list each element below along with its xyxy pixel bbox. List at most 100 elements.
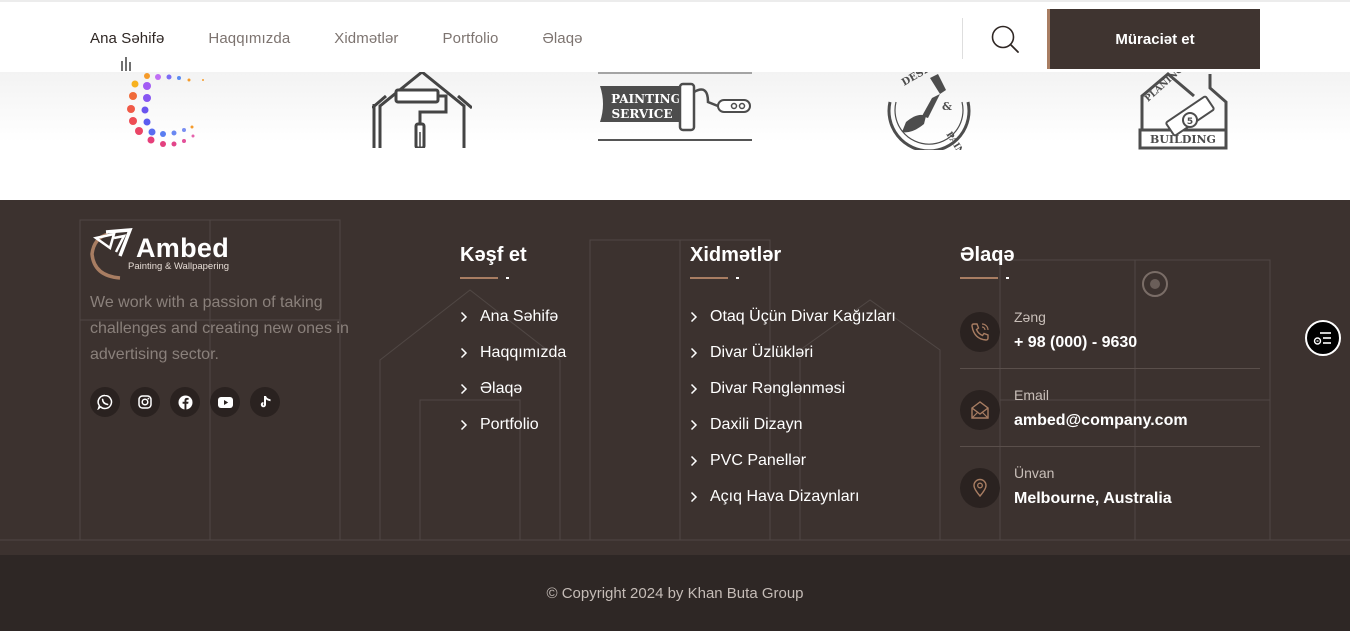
services-title: Xidmətlər bbox=[690, 244, 782, 266]
service-link-pvc-panels[interactable]: PVC Panellər bbox=[690, 443, 896, 479]
tiktok-icon bbox=[260, 396, 270, 408]
nav-link-portfolio[interactable]: Portfolio bbox=[443, 30, 499, 47]
instagram-link[interactable] bbox=[130, 387, 160, 417]
svg-text:&: & bbox=[942, 100, 952, 113]
contact-phone-value: + 98 (000) - 9630 bbox=[1014, 334, 1138, 351]
brand-tagline: Painting & Wallpapering bbox=[128, 261, 230, 272]
nav-link-services[interactable]: Xidmətlər bbox=[334, 30, 398, 47]
footer-about-text: We work with a passion of taking challen… bbox=[90, 294, 349, 363]
tiktok-link[interactable] bbox=[250, 387, 280, 417]
chevron-right-icon bbox=[460, 419, 468, 431]
footer-link-label: Əlaqə bbox=[480, 380, 523, 397]
brand-logo-icon bbox=[90, 228, 133, 280]
chevron-right-icon bbox=[690, 383, 698, 395]
explore-title-dot bbox=[506, 277, 509, 279]
contact-address-badge bbox=[960, 468, 1000, 508]
apply-button[interactable]: Müraciət et bbox=[1047, 9, 1260, 69]
services-title-underline bbox=[690, 277, 728, 279]
contact-title-underline bbox=[960, 277, 998, 279]
nav-link-contact[interactable]: Əlaqə bbox=[542, 30, 582, 47]
chevron-right-icon bbox=[690, 491, 698, 503]
decorative-ring-icon bbox=[1142, 271, 1168, 297]
explore-title: Kəşf et bbox=[460, 244, 527, 266]
youtube-link[interactable] bbox=[210, 387, 240, 417]
service-link-wallpaper[interactable]: Otaq Üçün Divar Kağızları bbox=[690, 299, 896, 335]
footer-link-label: Ana Səhifə bbox=[480, 308, 559, 325]
explore-links: Ana Səhifə Haqqımızda Əlaqə Portfolio bbox=[460, 299, 566, 443]
planing-building-logo: BUILDING PLANING 5 bbox=[1138, 72, 1228, 150]
svg-text:PAINTING: PAINTING bbox=[611, 92, 681, 106]
text-cursor-icon bbox=[121, 57, 131, 71]
partner-logos-strip: PAINTING SERVICE DESIGN & PAINTING BUILD… bbox=[0, 72, 1350, 200]
social-links bbox=[90, 387, 290, 417]
footer-link-portfolio[interactable]: Portfolio bbox=[460, 407, 566, 443]
search-button[interactable] bbox=[988, 22, 1022, 56]
nav-link-about[interactable]: Haqqımızda bbox=[208, 30, 290, 47]
main-nav: Ana Səhifə Haqqımızda Xidmətlər Portfoli… bbox=[90, 2, 627, 74]
service-link-label: Daxili Dizayn bbox=[710, 416, 803, 433]
footer-link-label: Haqqımızda bbox=[480, 344, 567, 361]
service-link-label: Divar Rənglənməsi bbox=[710, 380, 846, 397]
mail-icon bbox=[971, 401, 989, 419]
colorful-dots-logo bbox=[127, 73, 204, 147]
contact-separator bbox=[960, 368, 1260, 369]
footer-link-contact[interactable]: Əlaqə bbox=[460, 371, 566, 407]
contact-phone-badge bbox=[960, 312, 1000, 352]
svg-text:SERVICE: SERVICE bbox=[612, 107, 673, 121]
service-link-outdoor-designs[interactable]: Açıq Hava Dizaynları bbox=[690, 479, 896, 515]
chevron-right-icon bbox=[460, 311, 468, 323]
contact-title: Əlaqə bbox=[960, 244, 1015, 266]
chevron-right-icon bbox=[460, 347, 468, 359]
top-navigation-bar: Ana Səhifə Haqqımızda Xidmətlər Portfoli… bbox=[0, 0, 1350, 72]
service-link-wall-coverings[interactable]: Divar Üzlükləri bbox=[690, 335, 896, 371]
footer-link-about[interactable]: Haqqımızda bbox=[460, 335, 566, 371]
service-link-label: Divar Üzlükləri bbox=[710, 344, 814, 361]
floating-menu-button[interactable] bbox=[1305, 320, 1341, 356]
youtube-icon bbox=[217, 396, 233, 408]
services-title-dot bbox=[736, 277, 739, 279]
instagram-icon bbox=[138, 395, 152, 409]
service-link-wall-painting[interactable]: Divar Rənglənməsi bbox=[690, 371, 896, 407]
footer-link-label: Portfolio bbox=[480, 416, 539, 433]
chevron-right-icon bbox=[690, 455, 698, 467]
service-link-label: Açıq Hava Dizaynları bbox=[710, 488, 860, 505]
whatsapp-link[interactable] bbox=[90, 387, 120, 417]
facebook-link[interactable] bbox=[170, 387, 200, 417]
contact-title-dot bbox=[1006, 277, 1009, 279]
site-footer: Ambed Painting & Wallpapering We work wi… bbox=[0, 200, 1350, 555]
svg-text:5: 5 bbox=[1187, 117, 1193, 127]
explore-title-underline bbox=[460, 277, 498, 279]
service-link-interior-design[interactable]: Daxili Dizayn bbox=[690, 407, 896, 443]
painting-service-logo: PAINTING SERVICE bbox=[598, 72, 752, 141]
whatsapp-icon bbox=[97, 394, 113, 410]
phone-icon bbox=[971, 323, 989, 341]
chevron-right-icon bbox=[690, 419, 698, 431]
contact-address-label: Ünvan bbox=[1014, 465, 1055, 481]
contact-phone-label: Zəng bbox=[1014, 309, 1046, 325]
contact-address-value: Melbourne, Australia bbox=[1014, 490, 1172, 507]
contact-email-value: ambed@company.com bbox=[1014, 412, 1188, 429]
facebook-icon bbox=[178, 395, 192, 410]
brand-name: Ambed bbox=[136, 233, 230, 263]
nav-link-home[interactable]: Ana Səhifə bbox=[90, 30, 164, 47]
service-link-label: Otaq Üçün Divar Kağızları bbox=[710, 308, 896, 325]
footer-link-home[interactable]: Ana Səhifə bbox=[460, 299, 566, 335]
header-divider bbox=[962, 18, 963, 59]
contact-address[interactable]: Ünvan Melbourne, Australia bbox=[960, 465, 1260, 526]
services-links: Otaq Üçün Divar Kağızları Divar Üzlüklər… bbox=[690, 299, 896, 515]
chevron-right-icon bbox=[460, 383, 468, 395]
search-icon bbox=[991, 25, 1019, 53]
contact-email-badge bbox=[960, 390, 1000, 430]
service-link-label: PVC Panellər bbox=[710, 452, 807, 469]
house-roller-logo bbox=[372, 72, 472, 148]
menu-list-icon bbox=[1313, 332, 1331, 345]
location-pin-icon bbox=[973, 478, 987, 498]
contact-email[interactable]: Email ambed@company.com bbox=[960, 387, 1260, 448]
svg-text:BUILDING: BUILDING bbox=[1150, 133, 1216, 146]
design-painting-logo: DESIGN & PAINTING bbox=[887, 72, 974, 150]
copyright-text: © Copyright 2024 by Khan Buta Group bbox=[546, 584, 804, 602]
contact-phone[interactable]: Zəng + 98 (000) - 9630 bbox=[960, 309, 1260, 370]
chevron-right-icon bbox=[690, 347, 698, 359]
contact-separator bbox=[960, 446, 1260, 447]
copyright-bar: © Copyright 2024 by Khan Buta Group bbox=[0, 555, 1350, 631]
